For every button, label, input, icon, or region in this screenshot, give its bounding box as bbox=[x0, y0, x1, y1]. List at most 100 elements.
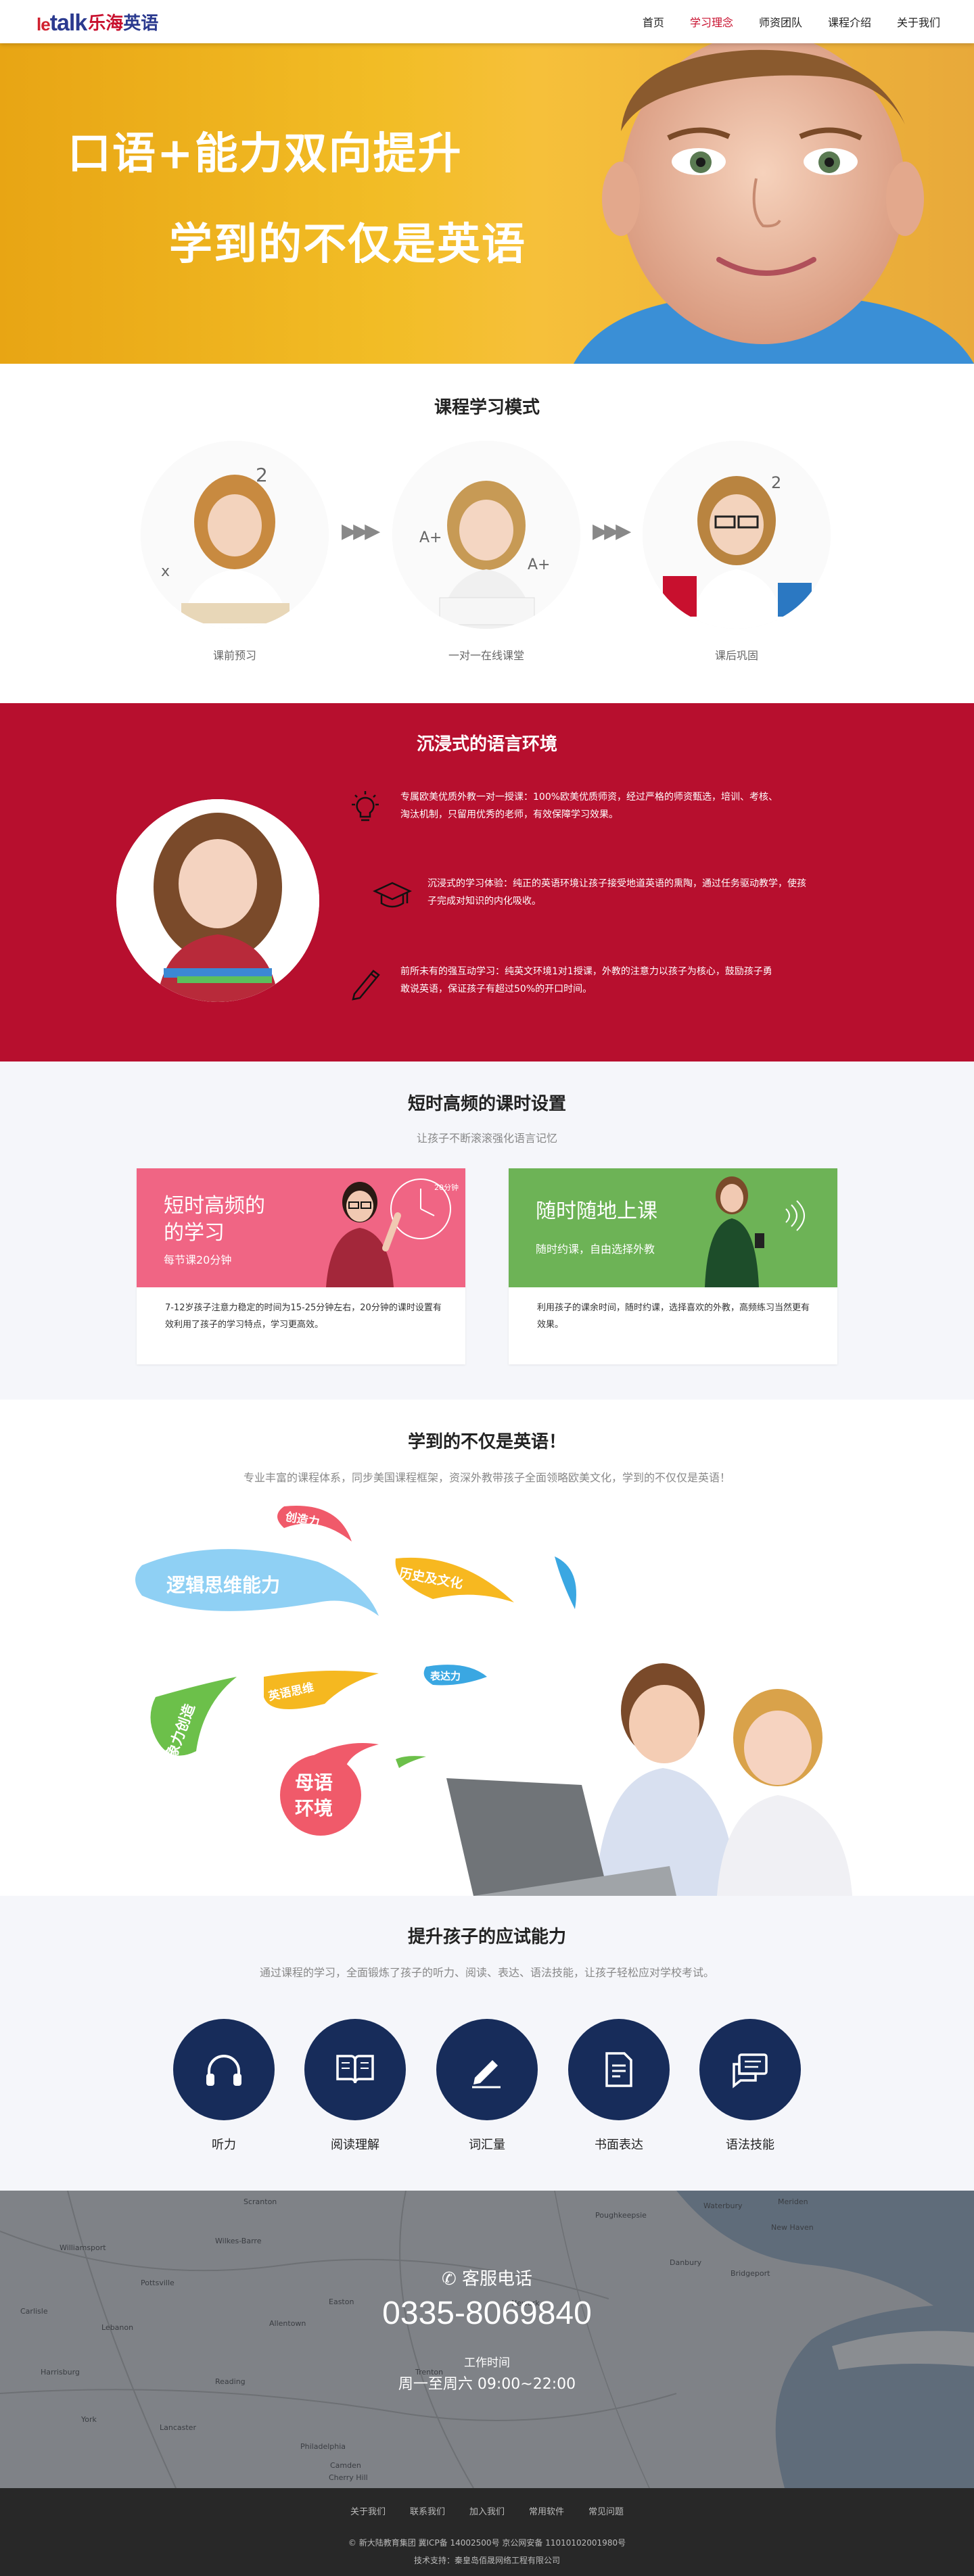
ability-label: 词汇量 bbox=[469, 2138, 505, 2152]
classes-section: 短时高频的课时设置 让孩子不断滚滚强化语言记忆 短时高频的 的学习 每节课20分钟… bbox=[0, 1062, 974, 1400]
ability-icon-circle bbox=[304, 2019, 406, 2120]
headphones-icon bbox=[206, 2055, 241, 2086]
mode-title: 课程学习模式 bbox=[434, 398, 540, 418]
map-label: Philadelphia bbox=[300, 2442, 346, 2451]
class-card-subtitle: 随时约课，自由选择外教 bbox=[536, 1243, 655, 1256]
hero-banner: 口语+能力双向提升 学到的不仅是英语 bbox=[0, 43, 974, 364]
ability-vocabulary[interactable]: 词汇量 bbox=[436, 2019, 538, 2153]
site-logo[interactable]: letalk 乐海 英语 bbox=[37, 7, 158, 37]
hero-headline-1: 口语+能力双向提升 bbox=[68, 129, 463, 179]
map-label: Pottsville bbox=[141, 2279, 175, 2287]
class-card-subtitle: 每节课20分钟 bbox=[164, 1254, 232, 1266]
footer-link-join[interactable]: 加入我们 bbox=[469, 2504, 505, 2517]
ability-grammar[interactable]: 语法技能 bbox=[699, 2019, 801, 2153]
mode-photo-preview: 2 x bbox=[141, 441, 329, 629]
map-label: Williamsport bbox=[60, 2243, 106, 2252]
contact-phone-label: ✆ 客服电话 bbox=[441, 2269, 533, 2289]
ability-icon-circle bbox=[436, 2019, 538, 2120]
ability-icon-circle bbox=[699, 2019, 801, 2120]
map-label: Camden bbox=[330, 2461, 361, 2470]
footer-link-software[interactable]: 常用软件 bbox=[529, 2504, 564, 2517]
book-icon bbox=[336, 2055, 374, 2084]
logo-latin: letalk bbox=[37, 10, 87, 36]
nav-courses[interactable]: 课程介绍 bbox=[828, 14, 871, 30]
mode-photo-online-class: A+ A+ bbox=[392, 441, 580, 629]
classes-title: 短时高频的课时设置 bbox=[407, 1094, 566, 1114]
map-label: Wilkes-Barre bbox=[215, 2237, 262, 2245]
svg-text:x: x bbox=[161, 563, 170, 580]
site-header: letalk 乐海 英语 首页 学习理念 师资团队 课程介绍 关于我们 bbox=[0, 0, 974, 43]
map-label: Scranton bbox=[244, 2197, 277, 2206]
footer-copyright: © 新大陆教育集团 冀ICP备 14002500号 京公网安备 11010102… bbox=[348, 2538, 626, 2548]
ability-reading[interactable]: 阅读理解 bbox=[304, 2019, 406, 2153]
class-card-desc: 7-12岁孩子注意力稳定的时间为15-25分钟左右，20分钟的课时设置有效利用了… bbox=[165, 1303, 442, 1330]
skill-expression: 表达力 bbox=[430, 1670, 461, 1682]
nav-learning-concept[interactable]: 学习理念 bbox=[690, 14, 733, 30]
arrow-icon: ▶▶▶ bbox=[593, 519, 631, 543]
mode-step-label: 课前预习 bbox=[212, 649, 256, 662]
immersive-feature-text: 沉浸式的学习体验：纯正的英语环境让孩子接受地道英语的熏陶，通过任务驱动教学，使孩… bbox=[427, 878, 806, 907]
logo-cn-red: 乐海 bbox=[88, 14, 124, 34]
nav-teachers[interactable]: 师资团队 bbox=[759, 14, 802, 30]
hero-boy-photo bbox=[574, 43, 974, 364]
immersive-feature-text: 专属欧美优质外教一对一授课：100%欧美优质师资，经过严格的师资甄选，培训、考核… bbox=[400, 792, 779, 820]
ability-listening[interactable]: 听力 bbox=[173, 2019, 275, 2153]
contact-phone-number[interactable]: 0335-8069840 bbox=[284, 2295, 690, 2332]
chat-icon bbox=[733, 2053, 768, 2089]
skill-mother-tongue: 母语 环境 bbox=[295, 1771, 333, 1819]
skill-logic: 逻辑思维能力 bbox=[166, 1574, 281, 1596]
ability-subtitle: 通过课程的学习，全面锻炼了孩子的听力、阅读、表达、语法技能，让孩子轻松应对学校考… bbox=[259, 1966, 714, 1979]
nav-home[interactable]: 首页 bbox=[643, 14, 664, 30]
ability-section: 提升孩子的应试能力 通过课程的学习，全面锻炼了孩子的听力、阅读、表达、语法技能，… bbox=[0, 1896, 974, 2191]
ability-label: 阅读理解 bbox=[331, 2138, 379, 2152]
immersive-feature-text: 前所未有的强互动学习：纯英文环境1对1授课，外教的注意力以孩子为核心，鼓励孩子勇… bbox=[400, 966, 772, 995]
map-label: Carlisle bbox=[20, 2307, 48, 2316]
class-card-anytime[interactable]: 随时随地上课 随时约课，自由选择外教 利用孩子的课余时间，随时约课，选择喜欢的外… bbox=[509, 1168, 837, 1364]
document-icon bbox=[605, 2052, 632, 2087]
ability-writing[interactable]: 书面表达 bbox=[568, 2019, 670, 2153]
contact-hours: 周一至周六 09:00~22:00 bbox=[398, 2376, 576, 2393]
footer-link-contact[interactable]: 联系我们 bbox=[410, 2504, 445, 2517]
logo-cn-blue: 英语 bbox=[123, 14, 159, 34]
map-label: Meriden bbox=[778, 2197, 808, 2206]
teacher-phone-photo bbox=[705, 1176, 805, 1287]
map-label: Lancaster bbox=[160, 2423, 196, 2432]
map-label: Reading bbox=[215, 2377, 246, 2386]
lightbulb-icon bbox=[352, 791, 379, 821]
graduation-cap-icon bbox=[373, 882, 412, 908]
svg-text:A+: A+ bbox=[528, 556, 550, 573]
svg-text:A+: A+ bbox=[419, 529, 442, 546]
map-label: York bbox=[81, 2415, 97, 2424]
class-card-title: 随时随地上课 bbox=[536, 1199, 657, 1223]
map-label: New Haven bbox=[771, 2223, 814, 2232]
class-card-title: 短时高频的 的学习 bbox=[164, 1194, 265, 1245]
hero-headline-2: 学到的不仅是英语 bbox=[169, 220, 526, 270]
ability-title: 提升孩子的应试能力 bbox=[407, 1927, 566, 1947]
background-map bbox=[0, 2191, 974, 2488]
pen-icon bbox=[472, 2060, 501, 2089]
map-label: Cherry Hill bbox=[329, 2473, 368, 2482]
ability-label: 听力 bbox=[212, 2138, 236, 2152]
arrow-icon: ▶▶▶ bbox=[342, 519, 380, 543]
map-label: Waterbury bbox=[703, 2201, 743, 2210]
footer-link-about[interactable]: 关于我们 bbox=[350, 2504, 386, 2517]
main-nav: 首页 学习理念 师资团队 课程介绍 关于我们 bbox=[643, 0, 940, 43]
mode-step-label: 一对一在线课堂 bbox=[448, 649, 524, 662]
immersive-feature: 前所未有的强互动学习：纯英文环境1对1授课，外教的注意力以孩子为核心，鼓励孩子勇… bbox=[345, 963, 779, 1003]
class-card-short[interactable]: 短时高频的 的学习 每节课20分钟 20分钟 7-12岁孩子注意力稳定的时间为15… bbox=[137, 1168, 465, 1364]
footer-link-faq[interactable]: 常见问题 bbox=[588, 2504, 624, 2517]
immersive-girl-photo bbox=[116, 799, 319, 1002]
contact-hours-label: 工作时间 bbox=[464, 2356, 510, 2370]
ability-icon-circle bbox=[173, 2019, 275, 2120]
svg-text:2: 2 bbox=[771, 473, 781, 492]
map-label: Harrisburg bbox=[41, 2368, 80, 2377]
clock-label: 20分钟 bbox=[434, 1183, 459, 1192]
phone-icon: ✆ bbox=[441, 2269, 457, 2289]
class-card-desc: 利用孩子的课余时间，随时约课，选择喜欢的外教，高频练习当然更有效果。 bbox=[537, 1303, 810, 1330]
pencil-icon bbox=[352, 970, 380, 1001]
contact-section: Scranton Williamsport Wilkes-Barre Allen… bbox=[0, 2191, 974, 2488]
footer-links: 关于我们 联系我们 加入我们 常用软件 常见问题 bbox=[0, 2504, 974, 2517]
map-label: Lebanon bbox=[101, 2323, 134, 2332]
nav-about[interactable]: 关于我们 bbox=[897, 14, 940, 30]
classes-subtitle: 让孩子不断滚滚强化语言记忆 bbox=[416, 1132, 557, 1145]
